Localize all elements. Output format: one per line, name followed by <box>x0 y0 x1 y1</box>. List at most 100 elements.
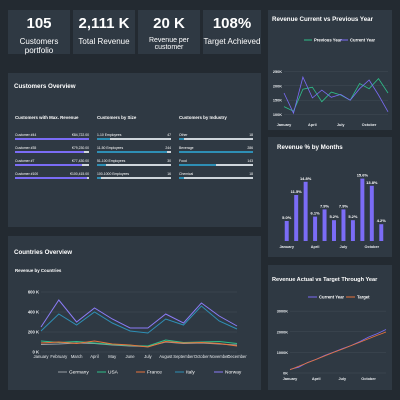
kpi-label: Target Achieved <box>203 37 261 46</box>
row-value: 286 <box>247 146 253 150</box>
bar <box>313 216 318 241</box>
kpi-label: Customers portfolio <box>19 37 59 55</box>
row-label: 100-1000 Employees <box>97 172 130 176</box>
x-tick-label: August <box>159 354 173 359</box>
row-label: Customer #35 <box>15 146 37 150</box>
row-label: 51-100 Employees <box>97 159 126 163</box>
bar <box>303 181 308 241</box>
bar <box>322 209 327 241</box>
kpi-value: 108% <box>212 15 252 32</box>
bar-fill <box>15 138 89 140</box>
x-tick-label: March <box>71 354 83 359</box>
bar-fill <box>179 164 216 166</box>
kpi-label: Revenue per customer <box>148 37 190 51</box>
row-label: Beverage <box>179 146 194 150</box>
group-title: Customers by Size <box>97 115 137 120</box>
row-value: €100,415.00 <box>70 172 89 176</box>
row-value: 244 <box>165 146 171 150</box>
row-value: 16 <box>167 172 171 176</box>
data-label: 11.5% <box>291 189 303 194</box>
x-tick-label: February <box>50 354 68 359</box>
series-line <box>40 305 238 334</box>
x-tick-label: January <box>279 245 294 249</box>
kpi-customers: 105 Customers portfolio <box>8 10 70 55</box>
revenue-target-panel: Revenue Actual vs Target Through Year 0K… <box>268 265 392 390</box>
series-line <box>283 75 389 115</box>
bar-fill <box>97 164 106 166</box>
bar-fill <box>97 177 102 179</box>
x-tick-label: April <box>312 377 321 381</box>
bar-fill <box>179 177 185 179</box>
x-tick-label: July <box>337 123 345 127</box>
row-label: Customer #7 <box>15 159 35 163</box>
kpi-revenue-per-customer: 20 K Revenue per customer <box>138 10 200 54</box>
revenue-line-chart: 100K 150K 200K 250K January April July October P… <box>273 38 389 127</box>
data-label: 14.8% <box>300 176 312 181</box>
data-label: 5.2% <box>329 214 339 219</box>
legend-label: USA <box>108 370 119 376</box>
series-line <box>40 299 238 329</box>
data-label: 7.9% <box>320 203 330 208</box>
y-tick-label: 250K <box>273 70 282 74</box>
customers-overview-panel: Customers Overview Customers with Max. R… <box>8 73 261 227</box>
revenue-pct-bar-chart: 5.0% 11.5% 14.8% 6.1% 7.9% 5.2% 7.9% 5.2% 15.6% 1… <box>279 173 387 249</box>
row-label: Other <box>179 133 188 137</box>
kpi-label: Total Revenue <box>78 37 130 46</box>
legend-label: Current Year <box>350 38 375 43</box>
row-value: €84,722.00 <box>72 133 89 137</box>
series-line <box>289 329 387 370</box>
data-label: 4.2% <box>377 218 387 223</box>
data-label: 13.8% <box>366 180 378 185</box>
countries-line-chart: 0 K200 K400 K600 KJanuary February March Ap… <box>28 290 247 376</box>
row-label: Customer #100 <box>15 172 39 176</box>
bar-track <box>97 177 171 179</box>
bar-track <box>179 177 253 179</box>
legend-label: Norway <box>225 370 242 376</box>
series-line <box>283 77 389 112</box>
x-tick-label: September <box>173 354 194 359</box>
data-label: 15.6% <box>357 173 369 178</box>
bar <box>360 178 365 241</box>
row-label: 11-50 Employees <box>97 146 124 150</box>
bar <box>341 209 346 241</box>
data-label: 5.2% <box>348 214 358 219</box>
revenue-pct-panel: Revenue % by Months 5.0% 11.5% 14.8% 6.1% 7.… <box>268 137 392 257</box>
panel-title: Customers Overview <box>14 83 76 90</box>
y-tick-label: 1000K <box>277 351 288 355</box>
row-label: Chemical <box>179 172 194 176</box>
data-label: 5.0% <box>282 215 292 220</box>
y-tick-label: 100K <box>273 113 282 117</box>
row-value: €79,230.00 <box>72 146 89 150</box>
bar <box>284 221 289 241</box>
group-title: Customers with Max. Revenue <box>15 115 79 120</box>
x-tick-label: October <box>194 354 210 359</box>
y-tick-label: 150K <box>273 99 282 103</box>
bar-fill <box>15 151 84 153</box>
x-tick-label: October <box>362 123 377 127</box>
data-label: 7.9% <box>339 203 349 208</box>
y-tick-label: 0K <box>283 372 288 376</box>
revenue-current-vs-previous-panel: Revenue Current vs Previous Year 100K 150… <box>268 10 392 130</box>
kpi-target: 108% Target Achieved <box>203 10 261 54</box>
x-tick-label: December <box>227 354 247 359</box>
countries-overview-panel: Countries Overview Revenue by Countries … <box>8 236 261 390</box>
kpi-revenue: 2,111 K Total Revenue <box>73 10 135 54</box>
x-tick-label: January <box>277 123 292 127</box>
bar-track <box>179 138 253 140</box>
row-label: Food <box>179 159 187 163</box>
row-value: €77,430.00 <box>72 159 89 163</box>
x-tick-label: July <box>339 377 347 381</box>
row-label: 1-10 Employees <box>97 133 122 137</box>
bar <box>294 195 299 241</box>
row-value: 143 <box>247 159 253 163</box>
data-label: 6.1% <box>311 211 321 216</box>
bar <box>369 185 374 241</box>
group-title: Customers by Industry <box>179 115 227 120</box>
x-tick-label: July <box>340 245 348 249</box>
bar <box>350 220 355 241</box>
y-tick-label: 200K <box>273 84 282 88</box>
row-label: Customer #44 <box>15 133 37 137</box>
kpi-value: 2,111 K <box>78 15 130 32</box>
y-tick-label: 600 K <box>28 290 39 295</box>
x-tick-label: October <box>361 377 376 381</box>
